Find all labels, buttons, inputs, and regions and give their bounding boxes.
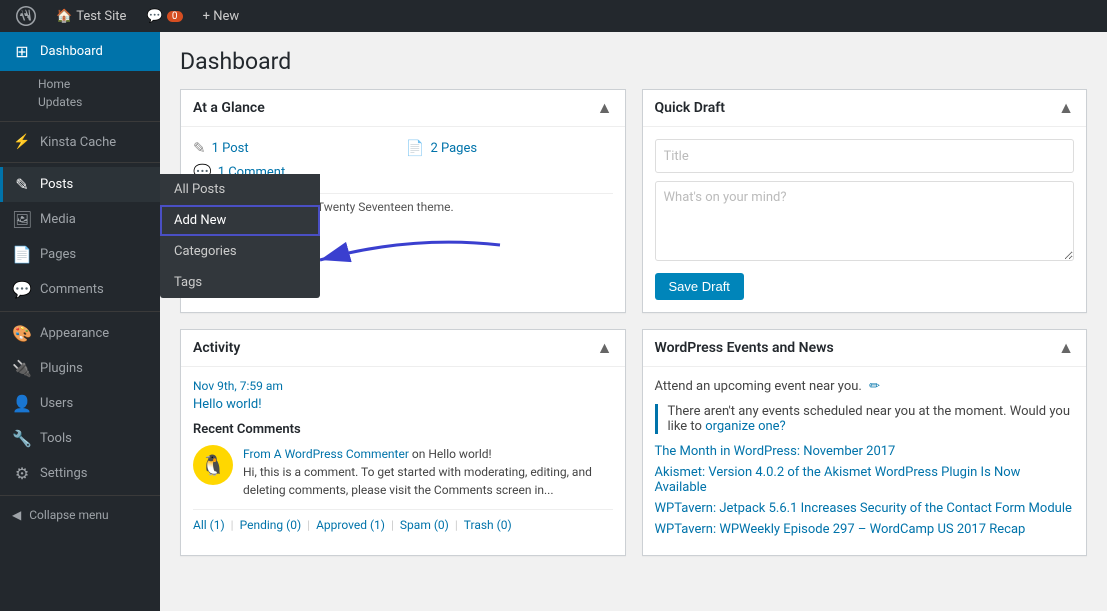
activity-approved-link[interactable]: Approved (1) (316, 518, 385, 532)
events-notice: There aren't any events scheduled near y… (655, 404, 1075, 434)
activity-widget: Activity ▲ Nov 9th, 7:59 am Hello world!… (180, 329, 626, 556)
adminbar-comments[interactable]: 💬 0 (138, 0, 190, 32)
sep4: | (455, 518, 458, 532)
news-link-3[interactable]: WPTavern: WPWeekly Episode 297 – WordCam… (655, 522, 1075, 537)
quick-draft-widget: Quick Draft ▲ Save Draft (642, 89, 1088, 313)
activity-toggle[interactable]: ▲ (597, 338, 613, 358)
recent-comments-title: Recent Comments (193, 422, 613, 437)
news-link-0[interactable]: The Month in WordPress: November 2017 (655, 444, 1075, 459)
posts-submenu: All Posts Add New Categories Tags (160, 174, 320, 298)
activity-all-link[interactable]: All (1) (193, 518, 225, 532)
adminbar-house-icon: 🏠 (56, 9, 72, 24)
save-draft-button[interactable]: Save Draft (655, 273, 744, 300)
activity-content: Nov 9th, 7:59 am Hello world! Recent Com… (181, 367, 625, 544)
commenter-link[interactable]: From A WordPress Commenter (243, 447, 409, 461)
adminbar-wp-logo[interactable] (8, 0, 44, 32)
wp-events-toggle[interactable]: ▲ (1058, 338, 1074, 358)
comments-icon: 💬 (12, 280, 32, 299)
adminbar-site-name[interactable]: 🏠 Test Site (48, 0, 134, 32)
main-content: Dashboard At a Glance ▲ ✎ 1 Post 📄 (160, 32, 1107, 611)
kinsta-icon: ⚡ (12, 134, 32, 150)
activity-post-link[interactable]: Hello world! (193, 397, 613, 412)
wp-events-header: WordPress Events and News ▲ (643, 330, 1087, 367)
activity-date: Nov 9th, 7:59 am (193, 379, 613, 393)
adminbar-new[interactable]: + New (195, 0, 248, 32)
admin-sidebar: ⊞ Dashboard Home Updates ⚡ Kinsta Cache … (0, 32, 160, 611)
tools-icon: 🔧 (12, 429, 32, 448)
glance-pages[interactable]: 📄 2 Pages (406, 139, 613, 157)
submenu-add-new[interactable]: Add New (160, 205, 320, 236)
activity-header: Activity ▲ (181, 330, 625, 367)
page-title: Dashboard (180, 48, 1087, 75)
sidebar-item-users[interactable]: 👤 Users (0, 386, 160, 421)
sidebar-item-dashboard[interactable]: ⊞ Dashboard (0, 32, 160, 71)
adminbar-comment-count: 0 (167, 11, 183, 22)
activity-title: Activity (193, 340, 240, 356)
at-a-glance-header: At a Glance ▲ (181, 90, 625, 127)
glance-posts-icon: ✎ (193, 139, 206, 157)
submenu-all-posts[interactable]: All Posts (160, 174, 320, 205)
admin-bar: 🏠 Test Site 💬 0 + New (0, 0, 1107, 32)
sidebar-item-comments[interactable]: 💬 Comments (0, 272, 160, 307)
quick-draft-textarea[interactable] (655, 181, 1075, 261)
submenu-tags[interactable]: Tags (160, 267, 320, 298)
media-icon: 🖼 (12, 210, 32, 229)
events-location-text: Attend an upcoming event near you. ✏ (655, 379, 1075, 394)
at-a-glance-toggle[interactable]: ▲ (597, 98, 613, 118)
sidebar-item-updates[interactable]: Updates (0, 93, 160, 117)
sidebar-collapse[interactable]: ◀ Collapse menu (0, 500, 160, 530)
sidebar-item-posts[interactable]: ✎ Posts (0, 167, 160, 202)
appearance-icon: 🎨 (12, 324, 32, 343)
activity-footer: All (1) | Pending (0) | Approved (1) | S… (193, 509, 613, 532)
quick-draft-header: Quick Draft ▲ (643, 90, 1087, 127)
quick-draft-content: Save Draft (643, 127, 1087, 312)
wp-events-title: WordPress Events and News (655, 340, 834, 356)
settings-icon: ⚙ (12, 464, 32, 483)
pages-icon: 📄 (12, 245, 32, 264)
posts-icon: ✎ (12, 175, 32, 194)
sidebar-item-appearance[interactable]: 🎨 Appearance (0, 316, 160, 351)
quick-draft-title-input[interactable] (655, 139, 1075, 173)
avatar: 🐧 (193, 445, 233, 485)
dashboard-grid: At a Glance ▲ ✎ 1 Post 📄 2 Pages (180, 89, 1087, 556)
news-link-2[interactable]: WPTavern: Jetpack 5.6.1 Increases Securi… (655, 501, 1075, 516)
collapse-icon: ◀ (12, 508, 21, 522)
sidebar-item-media[interactable]: 🖼 Media (0, 202, 160, 237)
sidebar-item-pages[interactable]: 📄 Pages (0, 237, 160, 272)
activity-trash-link[interactable]: Trash (0) (464, 518, 512, 532)
sidebar-item-settings[interactable]: ⚙ Settings (0, 456, 160, 491)
sep2: | (307, 518, 310, 532)
plugins-icon: 🔌 (12, 359, 32, 378)
sep1: | (231, 518, 234, 532)
sidebar-item-plugins[interactable]: 🔌 Plugins (0, 351, 160, 386)
submenu-categories[interactable]: Categories (160, 236, 320, 267)
glance-pages-icon: 📄 (406, 139, 425, 157)
comment-text: From A WordPress Commenter on Hello worl… (243, 445, 613, 499)
activity-pending-link[interactable]: Pending (0) (240, 518, 302, 532)
glance-posts[interactable]: ✎ 1 Post (193, 139, 400, 157)
wp-events-content: Attend an upcoming event near you. ✏ The… (643, 367, 1087, 555)
events-edit-icon[interactable]: ✏ (869, 379, 880, 394)
sidebar-item-kinsta-cache[interactable]: ⚡ Kinsta Cache (0, 126, 160, 158)
sep3: | (391, 518, 394, 532)
activity-spam-link[interactable]: Spam (0) (400, 518, 449, 532)
organize-link[interactable]: organize one? (705, 419, 786, 434)
comment-item: 🐧 From A WordPress Commenter on Hello wo… (193, 445, 613, 499)
news-link-1[interactable]: Akismet: Version 4.0.2 of the Akismet Wo… (655, 465, 1075, 495)
sidebar-item-tools[interactable]: 🔧 Tools (0, 421, 160, 456)
wp-events-widget: WordPress Events and News ▲ Attend an up… (642, 329, 1088, 556)
sidebar-item-home[interactable]: Home (0, 71, 160, 93)
quick-draft-title: Quick Draft (655, 100, 725, 116)
users-icon: 👤 (12, 394, 32, 413)
quick-draft-toggle[interactable]: ▲ (1058, 98, 1074, 118)
adminbar-comment-icon: 💬 (146, 9, 162, 24)
at-a-glance-title: At a Glance (193, 100, 265, 116)
dashboard-icon: ⊞ (12, 42, 32, 61)
main-wrap: ⊞ Dashboard Home Updates ⚡ Kinsta Cache … (0, 32, 1107, 611)
arrow-annotation (310, 230, 510, 294)
